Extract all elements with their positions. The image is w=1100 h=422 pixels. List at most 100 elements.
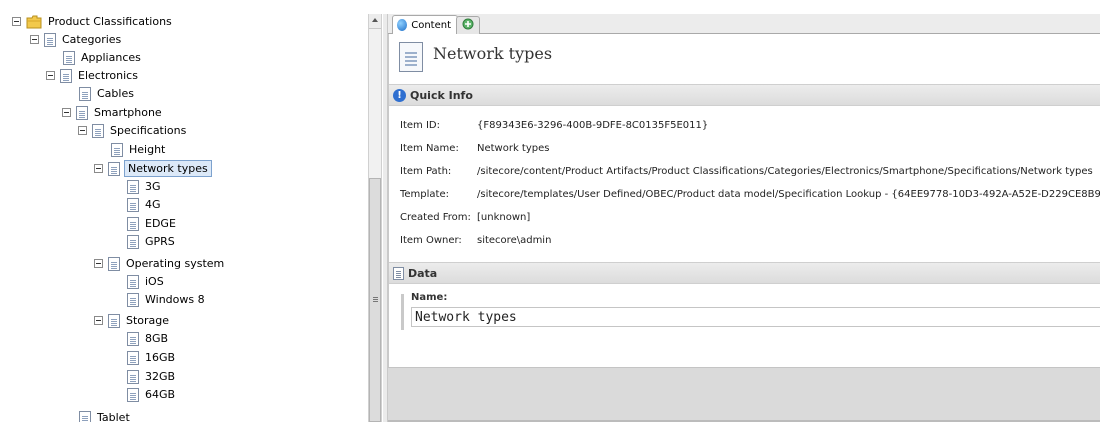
tree-node-ios[interactable]: iOS — [127, 273, 166, 290]
document-icon — [111, 142, 123, 157]
document-icon — [127, 292, 139, 307]
collapse-icon[interactable] — [78, 126, 87, 135]
tree-node-label: Cables — [97, 87, 134, 100]
tree-node-storage[interactable]: Storage — [94, 312, 171, 329]
editor-tab-strip: Content — [388, 14, 1100, 34]
tree-node-appliances[interactable]: Appliances — [63, 49, 143, 66]
document-icon — [60, 68, 72, 83]
tree-node-label: Electronics — [78, 69, 138, 82]
document-icon — [127, 350, 139, 365]
tree-node-4g[interactable]: 4G — [127, 196, 163, 213]
collapse-icon[interactable] — [46, 71, 55, 80]
data-section-icon — [393, 266, 404, 280]
quick-info-title: Quick Info — [410, 88, 473, 102]
tree-node-label: 8GB — [145, 332, 169, 345]
quick-info-row-item-id: Item ID: {F89343E6-3296-400B-9DFE-8C0135… — [389, 116, 708, 134]
tree-node-tablet[interactable]: Tablet — [79, 409, 132, 422]
name-field[interactable] — [411, 307, 1100, 327]
tree-node-32gb[interactable]: 32GB — [127, 368, 177, 385]
tree-node-label: Specifications — [110, 124, 187, 137]
quick-info-label: Item ID: — [400, 119, 440, 131]
tab-add[interactable] — [456, 16, 480, 34]
editor-bottom-area — [388, 367, 1100, 422]
add-tab-icon — [461, 17, 475, 34]
tree-node-label: 64GB — [145, 388, 176, 401]
collapse-icon[interactable] — [94, 259, 103, 268]
data-section-title: Data — [408, 266, 438, 280]
tree-node-network-types[interactable]: Network types — [94, 160, 212, 177]
content-globe-icon — [397, 19, 408, 31]
quick-info-value: {F89343E6-3296-400B-9DFE-8C0135F5E011} — [477, 119, 709, 131]
quick-info-row-item-path: Item Path: /sitecore/content/Product Art… — [389, 162, 1093, 180]
info-icon: ! — [393, 88, 406, 102]
tree-node-product-classifications[interactable]: Product Classifications — [12, 13, 174, 30]
quick-info-value: /sitecore/content/Product Artifacts/Prod… — [477, 165, 1093, 177]
data-section-header[interactable]: Data — [389, 262, 1100, 284]
tree-node-3g[interactable]: 3G — [127, 178, 163, 195]
quick-info-value: /sitecore/templates/User Defined/OBEC/Pr… — [477, 188, 1100, 200]
tree-node-label: Product Classifications — [48, 15, 172, 28]
tree-node-gprs[interactable]: GPRS — [127, 233, 177, 250]
tree-node-cables[interactable]: Cables — [79, 85, 136, 102]
collapse-icon[interactable] — [12, 17, 21, 26]
tree-node-label: Categories — [62, 33, 122, 46]
scroll-up-arrow-icon[interactable] — [369, 14, 381, 29]
document-icon — [108, 313, 120, 328]
quick-info-row-template: Template: /sitecore/templates/User Defin… — [389, 185, 1100, 203]
document-icon — [79, 86, 91, 101]
field-indicator-bar — [401, 294, 404, 330]
tab-label: Content — [411, 19, 451, 31]
item-title: Network types — [433, 44, 553, 63]
collapse-icon[interactable] — [94, 164, 103, 173]
folder-icon — [26, 15, 42, 29]
tree-node-label: Height — [129, 143, 166, 156]
document-icon — [127, 331, 139, 346]
document-icon — [127, 179, 139, 194]
document-icon — [127, 387, 139, 402]
quick-info-value: [unknown] — [477, 211, 531, 223]
tree-node-electronics[interactable]: Electronics — [46, 67, 140, 84]
quick-info-value: sitecore\admin — [477, 234, 552, 246]
tree-node-label: Tablet — [97, 411, 130, 422]
tree-node-label: Appliances — [81, 51, 141, 64]
collapse-icon[interactable] — [62, 108, 71, 117]
tree-node-16gb[interactable]: 16GB — [127, 349, 177, 366]
tree-node-label: 32GB — [145, 370, 176, 383]
tree-node-edge[interactable]: EDGE — [127, 215, 178, 232]
quick-info-header[interactable]: ! Quick Info — [389, 84, 1100, 106]
quick-info-value: Network types — [477, 142, 550, 154]
tree-scrollbar[interactable] — [368, 14, 382, 422]
tree-node-8gb[interactable]: 8GB — [127, 330, 170, 347]
document-icon — [79, 410, 91, 422]
tree-node-label: GPRS — [145, 235, 175, 248]
tab-content[interactable]: Content — [392, 15, 458, 34]
tree-node-label: Windows 8 — [145, 293, 205, 306]
document-icon — [127, 274, 139, 289]
tree-node-label: Storage — [126, 314, 170, 327]
tree-node-64gb[interactable]: 64GB — [127, 386, 177, 403]
tree-node-label: 4G — [145, 198, 161, 211]
tree-node-height[interactable]: Height — [111, 141, 167, 158]
quick-info-label: Item Owner: — [400, 234, 462, 246]
document-icon — [63, 50, 75, 65]
quick-info-row-item-name: Item Name: Network types — [389, 139, 549, 157]
editor-panel: Network types ! Quick Info Item ID: {F89… — [388, 34, 1100, 367]
collapse-icon[interactable] — [30, 35, 39, 44]
tree-node-label: Operating system — [126, 257, 225, 270]
scroll-thumb[interactable] — [369, 178, 381, 422]
document-icon — [76, 105, 88, 120]
tree-node-operating-system[interactable]: Operating system — [94, 255, 226, 272]
document-icon — [44, 32, 56, 47]
document-large-icon — [399, 42, 423, 72]
quick-info-label: Template: — [400, 188, 449, 200]
tree-node-label: 16GB — [145, 351, 176, 364]
tree-node-smartphone[interactable]: Smartphone — [62, 104, 164, 121]
document-icon — [127, 216, 139, 231]
tree-node-label: iOS — [145, 275, 164, 288]
quick-info-row-created-from: Created From: [unknown] — [389, 208, 530, 226]
tree-node-windows-8[interactable]: Windows 8 — [127, 291, 207, 308]
document-icon — [108, 161, 120, 176]
tree-node-categories[interactable]: Categories — [30, 31, 123, 48]
tree-node-specifications[interactable]: Specifications — [78, 122, 188, 139]
collapse-icon[interactable] — [94, 316, 103, 325]
